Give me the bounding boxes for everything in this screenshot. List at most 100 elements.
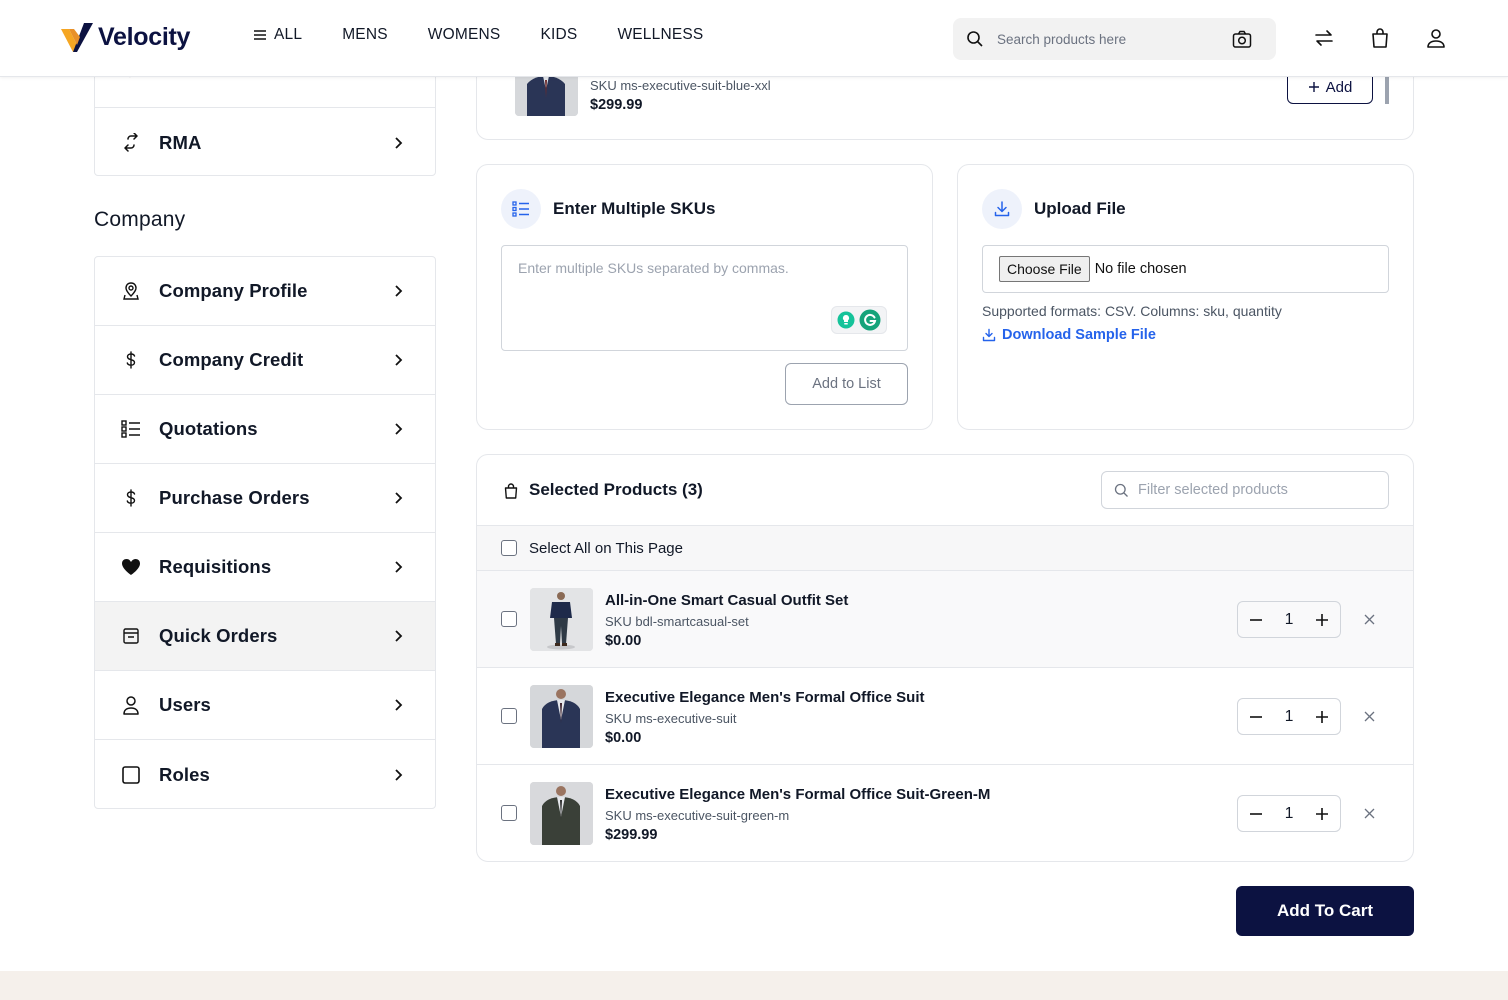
result-price: $299.99: [590, 97, 643, 113]
brand-name: Velocity: [98, 22, 191, 51]
download-sample-label: Download Sample File: [1002, 327, 1156, 343]
add-result-label: Add: [1325, 78, 1353, 96]
return-arrows-icon: [121, 132, 141, 153]
sidebar-item-label: Company Credit: [159, 349, 304, 370]
file-status: No file chosen: [1094, 261, 1187, 277]
choose-file-button[interactable]: Choose File: [999, 256, 1090, 282]
sidebar-item-label: Company Profile: [159, 280, 308, 301]
nav-kids-label: KIDS: [540, 26, 578, 43]
upload-file-card: Upload File Choose File No file chosen S…: [957, 164, 1414, 430]
cart-bag-icon[interactable]: [1369, 27, 1391, 49]
sidebar-item-quick-orders[interactable]: Quick Orders: [95, 602, 435, 671]
chevron-right-icon: [395, 492, 403, 504]
heart-icon: [121, 557, 141, 577]
search-input[interactable]: [997, 18, 1217, 60]
product-row: Executive Elegance Men's Formal Office S…: [477, 668, 1413, 765]
square-icon: [121, 765, 141, 785]
quantity-value[interactable]: 1: [1285, 805, 1294, 823]
multi-sku-textarea[interactable]: [502, 246, 907, 350]
plus-icon[interactable]: [1314, 806, 1330, 822]
product-price: $299.99: [605, 827, 658, 843]
sidebar-item-users[interactable]: Users: [95, 671, 435, 740]
select-all-label: Select All on This Page: [529, 540, 683, 557]
sidebar-item-rma[interactable]: RMA: [95, 108, 435, 175]
download-sample-link[interactable]: Download Sample File: [982, 327, 1156, 343]
main-nav: ALL MENS WOMENS KIDS WELLNESS: [252, 26, 743, 44]
product-sku: SKU bdl-smartcasual-set: [605, 614, 749, 629]
sidebar-item-requisitions[interactable]: Requisitions: [95, 533, 435, 602]
sidebar-item-quotations[interactable]: Quotations: [95, 395, 435, 464]
filter-box: [1101, 471, 1389, 509]
select-all-row: Select All on This Page: [477, 525, 1413, 571]
quick-order-icon: [121, 626, 141, 646]
company-heading: Company: [94, 208, 186, 231]
quantity-stepper: 1: [1237, 601, 1341, 638]
nav-womens[interactable]: WOMENS: [428, 26, 501, 44]
plus-icon[interactable]: [1314, 709, 1330, 725]
add-to-cart-button[interactable]: Add To Cart: [1236, 886, 1414, 936]
camera-search-icon[interactable]: [1232, 30, 1252, 49]
nav-mens[interactable]: MENS: [342, 26, 388, 44]
filter-selected-input[interactable]: [1138, 472, 1378, 508]
dollar-icon: [121, 350, 141, 370]
user-icon: [121, 695, 141, 715]
sidebar-item-company-profile[interactable]: Company Profile: [95, 257, 435, 326]
product-image: [530, 685, 593, 748]
product-name: Executive Elegance Men's Formal Office S…: [605, 689, 925, 706]
sidebar-item-roles[interactable]: Roles: [95, 740, 435, 808]
minus-icon[interactable]: [1248, 612, 1264, 628]
sidebar-item-label: Purchase Orders: [159, 487, 310, 508]
nav-all-label: ALL: [274, 26, 303, 43]
remove-icon[interactable]: [1363, 613, 1376, 626]
product-row: Executive Elegance Men's Formal Office S…: [477, 765, 1413, 861]
grammarly-widget[interactable]: [831, 306, 887, 334]
product-image: [530, 782, 593, 845]
sidebar-item-company-credit[interactable]: Company Credit: [95, 326, 435, 395]
sidebar-item-label: Quick Orders: [159, 625, 278, 646]
footer-band: [0, 971, 1508, 1000]
product-checkbox[interactable]: [501, 611, 517, 627]
product-price: $0.00: [605, 633, 642, 649]
chevron-right-icon: [395, 630, 403, 642]
remove-icon[interactable]: [1363, 807, 1376, 820]
dollar-icon: [121, 488, 141, 508]
supported-formats: Supported formats: CSV. Columns: sku, qu…: [982, 303, 1282, 319]
grammarly-icon: [859, 309, 881, 331]
menu-icon: [254, 30, 266, 40]
search-icon: [1114, 483, 1128, 497]
quantity-value[interactable]: 1: [1285, 611, 1294, 629]
nav-wellness[interactable]: WELLNESS: [617, 26, 703, 44]
chevron-right-icon: [395, 285, 403, 297]
nav-kids[interactable]: KIDS: [540, 26, 577, 44]
sidebar-item-label: Roles: [159, 763, 210, 785]
remove-icon[interactable]: [1363, 710, 1376, 723]
product-checkbox[interactable]: [501, 805, 517, 821]
product-price: $0.00: [605, 730, 642, 746]
quantity-stepper: 1: [1237, 698, 1341, 735]
account-icon[interactable]: [1425, 27, 1447, 49]
minus-icon[interactable]: [1248, 806, 1264, 822]
product-checkbox[interactable]: [501, 708, 517, 724]
plus-icon[interactable]: [1314, 612, 1330, 628]
product-name: Executive Elegance Men's Formal Office S…: [605, 786, 991, 803]
results-scrollbar[interactable]: [1385, 74, 1389, 104]
minus-icon[interactable]: [1248, 709, 1264, 725]
logo[interactable]: Velocity: [60, 20, 190, 54]
compare-icon[interactable]: [1313, 27, 1335, 49]
select-all-checkbox[interactable]: [501, 540, 517, 556]
sidebar-item-purchase-orders[interactable]: Purchase Orders: [95, 464, 435, 533]
product-image: [530, 588, 593, 651]
sidebar-item-label: Requisitions: [159, 556, 272, 577]
multi-sku-icon-wrap: [501, 189, 541, 229]
nav-all[interactable]: ALL: [252, 26, 302, 44]
upload-icon-wrap: [982, 189, 1022, 229]
result-sku: SKU ms-executive-suit-blue-xxl: [590, 78, 771, 93]
selected-products-title: Selected Products (3): [529, 480, 703, 499]
add-to-list-button[interactable]: Add to List: [785, 363, 908, 405]
list-icon: [512, 201, 529, 217]
sidebar-item-label: Quotations: [159, 418, 258, 439]
lightbulb-icon: [837, 311, 855, 329]
nav-mens-label: MENS: [342, 26, 388, 43]
chevron-right-icon: [395, 699, 403, 711]
quantity-value[interactable]: 1: [1285, 708, 1294, 726]
